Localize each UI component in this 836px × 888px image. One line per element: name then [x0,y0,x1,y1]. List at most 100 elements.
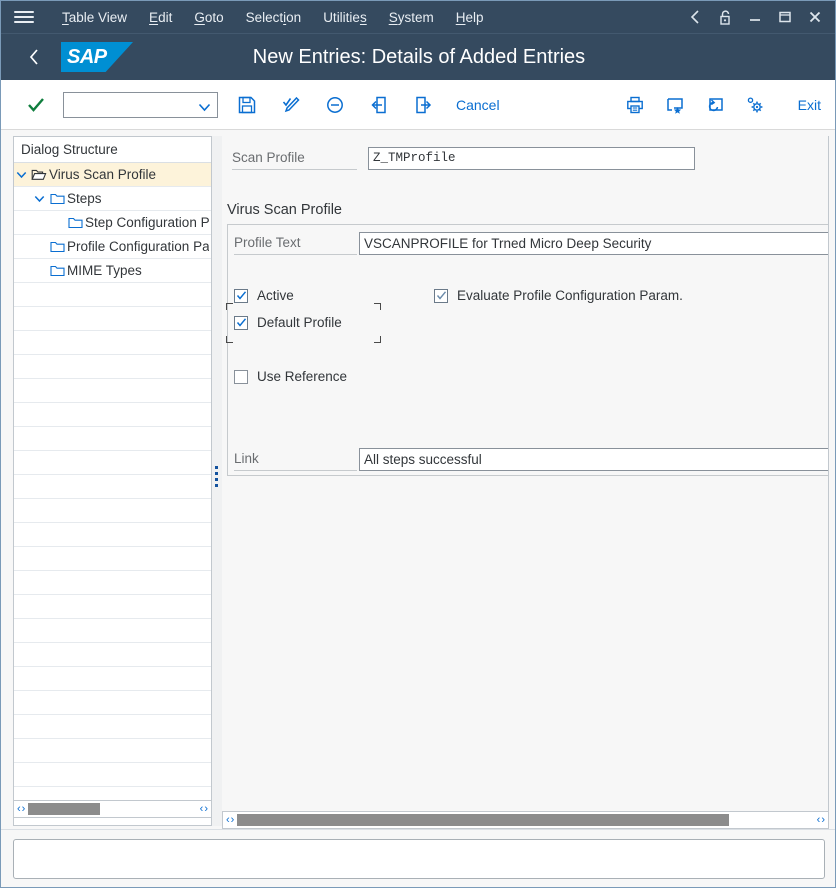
tree-empty-row [14,571,211,595]
scan-profile-input[interactable] [368,147,695,170]
tree-empty-row [14,643,211,667]
new-window-button[interactable] [700,90,730,120]
print-button[interactable] [620,90,650,120]
status-bar [1,829,836,887]
tree-item-steps[interactable]: Steps [14,187,211,211]
folder-icon [47,240,67,253]
tree-scroll-left-icon-2[interactable]: ‹ [200,803,204,815]
tree-empty-row [14,715,211,739]
form-scroll-thumb[interactable] [237,814,729,826]
command-input[interactable] [68,94,196,116]
sap-gui-window: Table ViewEditGotoSelectionUtilitiesSyst… [0,0,836,888]
form-scroll-left-arrows[interactable]: ‹ › [223,814,237,826]
profile-text-row: Profile Text [234,231,829,255]
evaluate-profile-configuration-param-checkbox-label: Evaluate Profile Configuration Param. [457,288,683,303]
previous-entry-button[interactable] [364,90,394,120]
shell-bar: SAP New Entries: Details of Added Entrie… [1,33,836,80]
tree-scroll-right-icon[interactable]: › [22,803,26,815]
toolbar-right-group: Exit [620,80,829,130]
tree-item-label: MIME Types [67,263,142,278]
tree-empty-row [14,595,211,619]
tree-empty-row [14,427,211,451]
menu-item-help[interactable]: Help [445,6,495,29]
tree-empty-row [14,331,211,355]
tree-scroll-left-arrows[interactable]: ‹ › [14,803,28,815]
tree-scroll-right-arrows[interactable]: ‹ › [197,803,211,815]
form-scroll-left-icon[interactable]: ‹ [226,814,230,826]
evaluate-profile-configuration-param-checkbox[interactable]: Evaluate Profile Configuration Param. [434,288,683,303]
create-favorite-button[interactable] [660,90,690,120]
active-checkbox-box[interactable] [234,289,248,303]
tree-empty-row [14,619,211,643]
default-profile-checkbox[interactable]: Default Profile [234,315,342,330]
form-horizontal-scrollbar[interactable]: ‹ › ‹ › [222,811,829,829]
menu-item-system[interactable]: System [378,6,445,29]
unlock-icon[interactable] [711,4,739,30]
tree-item-mime-types[interactable]: MIME Types [14,259,211,283]
link-input[interactable] [359,448,829,471]
tree-empty-row [14,523,211,547]
tree-empty-row [14,307,211,331]
folder-icon [47,192,67,205]
menu-item-table-view[interactable]: Table View [51,6,138,29]
save-button[interactable] [232,90,262,120]
splitter-grip-icon [215,466,218,487]
tree-empty-row [14,355,211,379]
tree-empty-row [14,691,211,715]
maximize-button[interactable] [771,4,799,30]
tree-horizontal-scrollbar[interactable]: ‹ › ‹ › [13,800,212,818]
menu-item-utilities[interactable]: Utilities [312,6,378,29]
tree-empty-row [14,547,211,571]
open-folder-icon [29,168,49,181]
folder-icon [47,264,67,277]
evaluate-profile-configuration-param-checkbox-box[interactable] [434,289,448,303]
gear-local-layout-button[interactable] [740,90,770,120]
tree-empty-row [14,283,211,307]
next-entry-button[interactable] [408,90,438,120]
use-reference-checkbox-box[interactable] [234,370,248,384]
chevron-down-icon[interactable] [14,171,29,179]
green-check-icon[interactable] [21,90,51,120]
sap-logo: SAP [61,42,133,72]
link-label: Link [234,447,357,471]
default-profile-checkbox-box[interactable] [234,316,248,330]
cancel-button[interactable]: Cancel [448,93,508,117]
folder-icon [65,216,85,229]
command-field[interactable] [63,92,218,118]
tree-scroll-right-icon-2[interactable]: › [204,803,208,815]
menu-item-edit[interactable]: Edit [138,6,183,29]
tree-item-profile-configuration-parameters[interactable]: Profile Configuration Parameters [14,235,211,259]
profile-text-input[interactable] [359,232,829,255]
nav-back-button[interactable] [681,4,709,30]
tree-empty-row [14,667,211,691]
delete-button[interactable] [320,90,350,120]
menu-hamburger-icon[interactable] [11,7,37,27]
menu-item-selection[interactable]: Selection [235,6,313,29]
close-button[interactable] [801,4,829,30]
dialog-structure-tree: Dialog Structure Virus Scan ProfileSteps… [13,136,212,826]
tree-scroll-left-icon[interactable]: ‹ [17,803,21,815]
form-scroll-left-icon-2[interactable]: ‹ [817,814,821,826]
tree-item-label: Virus Scan Profile [49,167,156,182]
form-scroll-right-arrows[interactable]: ‹ › [814,814,828,826]
panel-splitter[interactable] [212,136,222,826]
exit-button[interactable]: Exit [790,93,829,117]
chevron-down-icon[interactable] [198,99,211,117]
chevron-down-icon[interactable] [32,195,47,203]
active-checkbox-label: Active [257,288,294,303]
form-scroll-right-icon-2[interactable]: › [821,814,825,826]
form-scroll-right-icon[interactable]: › [231,814,235,826]
tree-scroll-thumb[interactable] [28,803,100,815]
use-reference-checkbox-label: Use Reference [257,369,347,384]
tree-item-step-configuration-parameters[interactable]: Step Configuration Parameters [14,211,211,235]
application-toolbar: Cancel [1,80,836,130]
use-reference-checkbox[interactable]: Use Reference [234,369,347,384]
shell-back-icon[interactable] [17,40,51,74]
tree-item-virus-scan-profile[interactable]: Virus Scan Profile [14,163,211,187]
tree-item-label: Step Configuration Parameters [85,215,209,230]
check-entries-button[interactable] [276,90,306,120]
minimize-button[interactable] [741,4,769,30]
active-checkbox[interactable]: Active [234,288,294,303]
menu-item-goto[interactable]: Goto [183,6,234,29]
status-command-input[interactable] [13,839,825,879]
